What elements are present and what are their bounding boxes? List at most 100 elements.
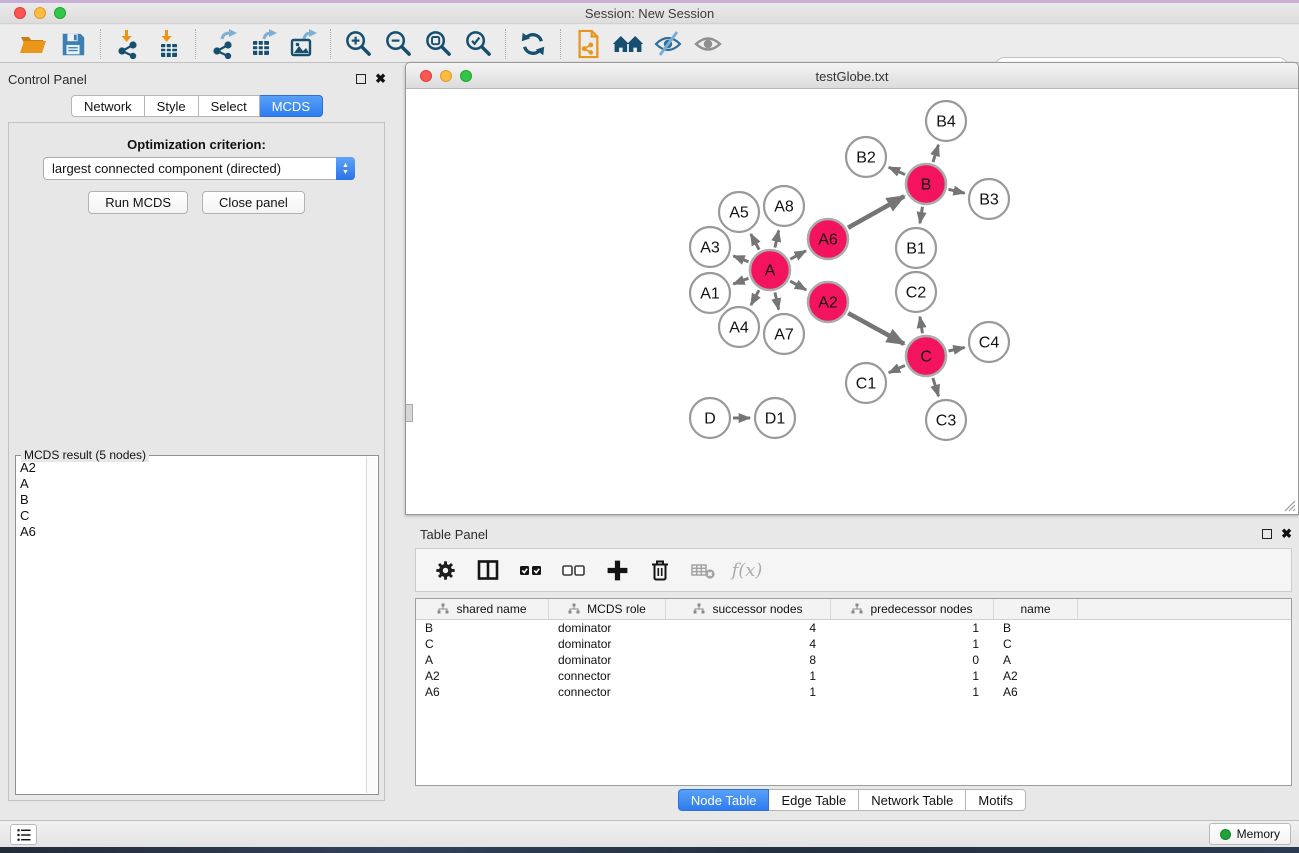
graph-edge-A-A5[interactable] — [751, 234, 759, 250]
birdseye-view-handle[interactable] — [406, 404, 413, 422]
cell[interactable]: A6 — [416, 685, 549, 699]
graph-edge-A-A7[interactable] — [775, 292, 779, 309]
cell[interactable]: A6 — [994, 685, 1078, 699]
deselect-all-columns-button[interactable] — [557, 553, 591, 587]
column-header-shared-name[interactable]: shared name — [416, 599, 549, 619]
table-panel-close-icon[interactable]: ✖ — [1281, 529, 1292, 539]
cell[interactable]: A2 — [416, 669, 549, 683]
graph-edge-A-A2[interactable] — [790, 281, 806, 290]
result-list-scrollbar[interactable] — [366, 457, 377, 793]
graph-edge-B-B1[interactable] — [920, 207, 923, 224]
memory-button[interactable]: Memory — [1209, 823, 1291, 845]
cell[interactable]: 1 — [831, 637, 994, 651]
control-panel-float-icon[interactable] — [356, 74, 366, 84]
graph-edge-A6-B[interactable] — [848, 196, 904, 228]
export-network-button[interactable] — [206, 28, 240, 60]
optimization-criterion-dropdown[interactable]: largest connected component (directed) ▲… — [43, 157, 355, 180]
cell[interactable]: 1 — [831, 621, 994, 635]
cell[interactable]: A — [416, 653, 549, 667]
home-fit-button[interactable] — [611, 28, 645, 60]
cell[interactable]: 0 — [831, 653, 994, 667]
column-header-MCDS-role[interactable]: MCDS role — [549, 599, 666, 619]
show-all-button[interactable] — [691, 28, 725, 60]
zoom-out-button[interactable] — [381, 28, 415, 60]
cell[interactable]: dominator — [549, 637, 666, 651]
result-node-a2[interactable]: A2 — [20, 460, 364, 476]
tab-network[interactable]: Network — [71, 95, 145, 117]
cell[interactable]: 1 — [666, 685, 831, 699]
export-image-button[interactable] — [286, 28, 320, 60]
table-row-b[interactable]: Bdominator41B — [416, 620, 1291, 636]
delete-table-button[interactable] — [686, 553, 720, 587]
add-column-button[interactable] — [600, 553, 634, 587]
hide-selected-button[interactable] — [651, 28, 685, 60]
cell[interactable]: dominator — [549, 621, 666, 635]
table-row-a6[interactable]: A6connector11A6 — [416, 684, 1291, 700]
run-mcds-button[interactable]: Run MCDS — [88, 191, 188, 214]
import-table-button[interactable] — [151, 28, 185, 60]
cell[interactable]: A2 — [994, 669, 1078, 683]
tab-mcds[interactable]: MCDS — [260, 95, 323, 117]
control-panel-close-icon[interactable]: ✖ — [375, 74, 386, 84]
zoom-selected-button[interactable] — [461, 28, 495, 60]
graph-edge-A-A6[interactable] — [790, 251, 806, 259]
cell[interactable]: dominator — [549, 653, 666, 667]
table-tab-motifs[interactable]: Motifs — [966, 789, 1026, 811]
table-row-c[interactable]: Cdominator41C — [416, 636, 1291, 652]
select-all-columns-button[interactable] — [514, 553, 548, 587]
new-network-from-selection-button[interactable] — [571, 28, 605, 60]
result-node-c[interactable]: C — [20, 508, 364, 524]
network-window-titlebar[interactable]: testGlobe.txt — [406, 63, 1298, 89]
node-table-body[interactable]: Bdominator41BCdominator41CAdominator80AA… — [416, 620, 1291, 700]
tab-select[interactable]: Select — [199, 95, 260, 117]
column-header-name[interactable]: name — [994, 599, 1078, 619]
cell[interactable]: B — [416, 621, 549, 635]
table-options-button[interactable] — [428, 553, 462, 587]
node-table[interactable]: shared nameMCDS rolesuccessor nodesprede… — [415, 598, 1292, 786]
zoom-in-button[interactable] — [341, 28, 375, 60]
table-tab-network-table[interactable]: Network Table — [859, 789, 966, 811]
graph-edge-C-C1[interactable] — [889, 365, 905, 372]
cell[interactable]: C — [416, 637, 549, 651]
result-node-a[interactable]: A — [20, 476, 364, 492]
cell[interactable]: 1 — [831, 669, 994, 683]
cell[interactable]: B — [994, 621, 1078, 635]
cell[interactable]: connector — [549, 685, 666, 699]
graph-edge-B-B3[interactable] — [948, 189, 964, 193]
delete-columns-button[interactable] — [643, 553, 677, 587]
table-panel-float-icon[interactable] — [1262, 529, 1272, 539]
mcds-result-list[interactable]: A2ABCA6 — [20, 460, 364, 790]
graph-edge-A2-C[interactable] — [848, 313, 904, 344]
open-file-button[interactable] — [16, 28, 50, 60]
network-graph[interactable]: B4B2BB3A5A8A6B1A3AC2A1A2A4A7C4CC1C3DD1 — [406, 89, 1298, 514]
table-tab-edge-table[interactable]: Edge Table — [769, 789, 859, 811]
cell[interactable]: 1 — [666, 669, 831, 683]
cell[interactable]: 8 — [666, 653, 831, 667]
cell[interactable]: 4 — [666, 621, 831, 635]
resize-grip-icon[interactable] — [1282, 498, 1296, 512]
tab-style[interactable]: Style — [145, 95, 199, 117]
save-session-button[interactable] — [56, 28, 90, 60]
zoom-fit-button[interactable] — [421, 28, 455, 60]
graph-edge-C-C4[interactable] — [948, 347, 964, 351]
node-table-header[interactable]: shared nameMCDS rolesuccessor nodesprede… — [416, 599, 1291, 620]
table-row-a[interactable]: Adominator80A — [416, 652, 1291, 668]
apply-layout-button[interactable] — [516, 28, 550, 60]
task-history-button[interactable] — [10, 824, 37, 845]
result-node-a6[interactable]: A6 — [20, 524, 364, 540]
graph-edge-A-A8[interactable] — [775, 230, 779, 247]
column-header-predecessor-nodes[interactable]: predecessor nodes — [831, 599, 994, 619]
graph-edge-B-B4[interactable] — [933, 145, 938, 162]
graph-edge-A-A4[interactable] — [751, 290, 759, 305]
cell[interactable]: C — [994, 637, 1078, 651]
export-table-button[interactable] — [246, 28, 280, 60]
graph-edge-B-B2[interactable] — [889, 167, 905, 174]
show-columns-button[interactable] — [471, 553, 505, 587]
close-panel-button[interactable]: Close panel — [202, 191, 305, 214]
graph-edge-C-C3[interactable] — [933, 378, 939, 396]
table-row-a2[interactable]: A2connector11A2 — [416, 668, 1291, 684]
graph-edge-C-C2[interactable] — [920, 317, 923, 334]
network-canvas[interactable]: B4B2BB3A5A8A6B1A3AC2A1A2A4A7C4CC1C3DD1 — [406, 89, 1298, 514]
cell[interactable]: 1 — [831, 685, 994, 699]
column-header-successor-nodes[interactable]: successor nodes — [666, 599, 831, 619]
